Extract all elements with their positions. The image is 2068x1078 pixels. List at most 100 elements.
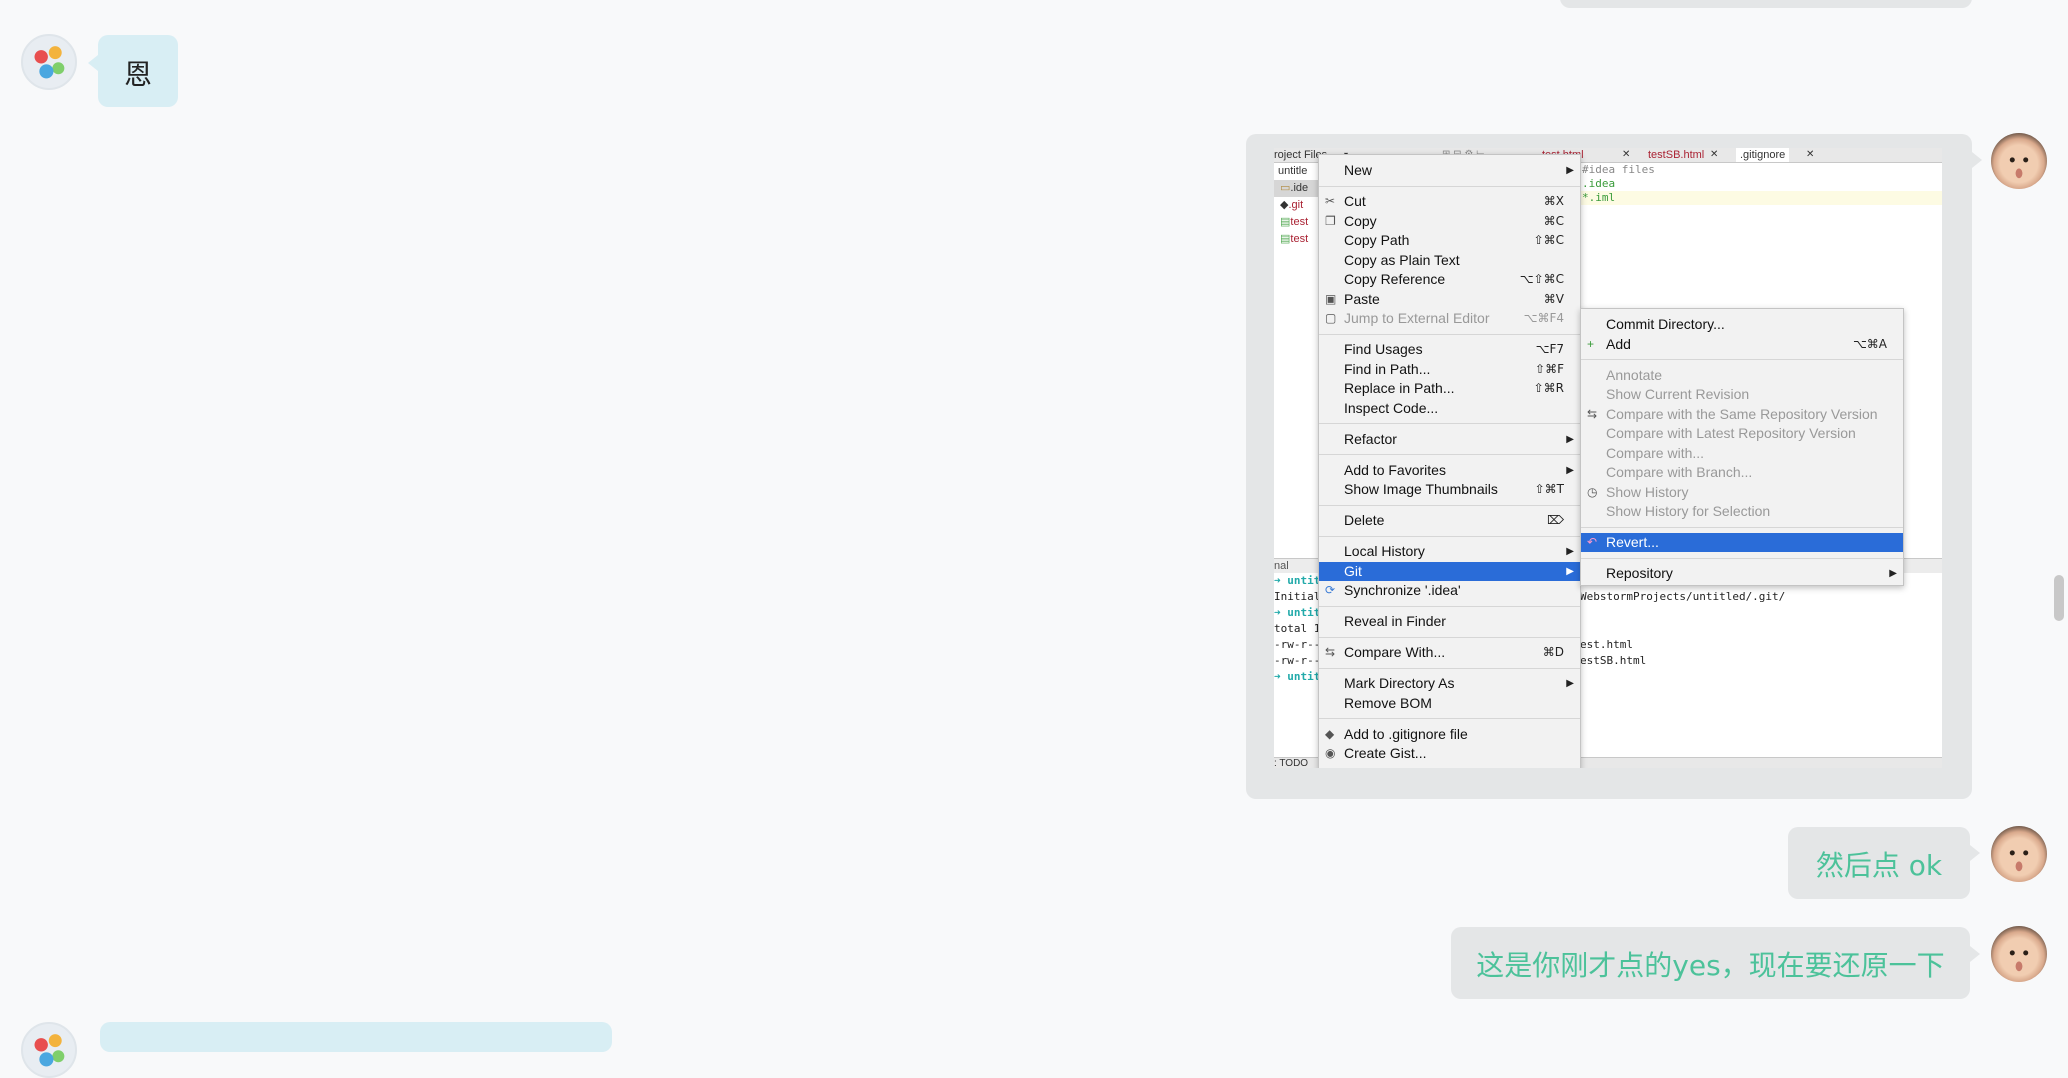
submenu-arrow-icon: ▶: [1566, 565, 1574, 577]
menu-item-add[interactable]: + Add ⌥⌘A: [1581, 335, 1903, 354]
menu-item-jump-to-external-editor[interactable]: ▢ Jump to External Editor ⌥⌘F4: [1319, 309, 1580, 328]
message-text: 然后点 ok: [1815, 849, 1943, 882]
menu-item-find-in-path[interactable]: Find in Path... ⇧⌘F: [1319, 360, 1580, 379]
copy-icon: ❐: [1325, 213, 1336, 228]
menu-item-add-to-favorites[interactable]: Add to Favorites ▶: [1319, 461, 1580, 480]
scrollbar-thumb[interactable]: [2054, 575, 2064, 621]
menu-item-paste[interactable]: ▣ Paste ⌘V: [1319, 290, 1580, 309]
menu-item-label: Copy Path: [1344, 232, 1410, 248]
github-icon: ◉: [1325, 746, 1336, 760]
ide-screenshot[interactable]: roject Files ▾ ⊞ ⊟ ⚙ ⊢ test.html ✕ testS…: [1274, 148, 1942, 768]
submenu-arrow-icon: ▶: [1889, 568, 1897, 579]
tree-item[interactable]: ▭.ide: [1274, 180, 1319, 197]
menu-item-copy[interactable]: ❐ Copy ⌘C: [1319, 212, 1580, 231]
menu-item-compare-with[interactable]: ⇆ Compare With... ⌘D: [1319, 643, 1580, 662]
menu-separator: [1319, 535, 1580, 537]
menu-item-label: Revert...: [1606, 534, 1659, 550]
menu-item-label: Inspect Code...: [1344, 399, 1439, 416]
menu-item-add-to-gitignore-file[interactable]: ◆ Add to .gitignore file: [1319, 725, 1580, 744]
tree-item[interactable]: ▤test: [1274, 231, 1319, 248]
menu-item-reveal-in-finder[interactable]: Reveal in Finder: [1319, 612, 1580, 631]
menu-item-label: Commit Directory...: [1606, 316, 1725, 332]
menu-item-label: Copy: [1344, 212, 1377, 229]
menu-item-remove-bom[interactable]: Remove BOM: [1319, 694, 1580, 713]
menu-item-git[interactable]: Git ▶: [1319, 561, 1580, 581]
menu-item-label: Cut: [1344, 193, 1366, 209]
plus-icon: +: [1587, 336, 1595, 351]
code-line: #idea files: [1582, 163, 1655, 176]
menu-item-shortcut: ⌘X: [1543, 194, 1564, 208]
tab-gitignore[interactable]: .gitignore: [1736, 148, 1790, 162]
menu-item-shortcut: ⌥⇧⌘C: [1519, 272, 1564, 286]
contact-avatar[interactable]: [21, 1022, 77, 1078]
tree-item[interactable]: ◆.git: [1274, 197, 1319, 214]
menu-item-compare-with[interactable]: Compare with...: [1581, 444, 1903, 463]
menu-separator: [1581, 359, 1903, 360]
menu-item-shortcut: ⌦: [1547, 513, 1564, 527]
menu-item-refactor[interactable]: Refactor ▶: [1319, 430, 1580, 449]
message-bubble[interactable]: 然后点 ok: [1788, 827, 1970, 899]
menu-item-label: Compare with Latest Repository Version: [1606, 425, 1856, 441]
message-bubble[interactable]: 恩: [98, 35, 178, 107]
user-avatar[interactable]: [1991, 926, 2047, 982]
html-file-icon: ▤: [1280, 216, 1291, 228]
external-editor-icon: ▢: [1325, 311, 1337, 325]
close-icon[interactable]: ✕: [1622, 148, 1630, 162]
menu-item-label: Create Gist...: [1344, 745, 1427, 761]
contact-avatar[interactable]: [21, 34, 77, 90]
menu-item-label: Find in Path...: [1344, 360, 1431, 377]
menu-item-revert[interactable]: ↶ Revert...: [1581, 533, 1903, 552]
menu-item-label: Show History for Selection: [1606, 503, 1771, 519]
menu-item-create-gist[interactable]: ◉ Create Gist...: [1319, 744, 1580, 763]
submenu-arrow-icon: ▶: [1566, 464, 1574, 476]
menu-item-replace-in-path[interactable]: Replace in Path... ⇧⌘R: [1319, 379, 1580, 398]
menu-item-synchronize-idea[interactable]: ⟳ Synchronize '.idea': [1319, 581, 1580, 600]
menu-item-label: Compare With...: [1344, 644, 1446, 660]
menu-separator: [1319, 333, 1580, 335]
message-bubble[interactable]: 这是你刚才点的yes，现在要还原一下: [1451, 927, 1970, 999]
menu-item-repository[interactable]: Repository ▶: [1581, 564, 1903, 583]
menu-item-local-history[interactable]: Local History ▶: [1319, 542, 1580, 561]
menu-item-inspect-code[interactable]: Inspect Code...: [1319, 399, 1580, 418]
menu-item-label: Annotate: [1606, 366, 1663, 383]
menu-item-mark-directory-as[interactable]: Mark Directory As ▶: [1319, 674, 1580, 693]
menu-item-label: Add to Favorites: [1344, 461, 1446, 478]
menu-item-label: Show Current Revision: [1606, 386, 1750, 402]
menu-item-find-usages[interactable]: Find Usages ⌥F7: [1319, 340, 1580, 359]
menu-item-delete[interactable]: Delete ⌦: [1319, 511, 1580, 530]
menu-item-copy-path[interactable]: Copy Path ⇧⌘C: [1319, 231, 1580, 250]
menu-item-cut[interactable]: ✂ Cut ⌘X: [1319, 192, 1580, 211]
menu-item-copy-reference[interactable]: Copy Reference ⌥⇧⌘C: [1319, 270, 1580, 289]
menu-item-show-history-for-selection[interactable]: Show History for Selection: [1581, 502, 1903, 521]
tree-item[interactable]: ▤test: [1274, 214, 1319, 231]
submenu-arrow-icon: ▶: [1566, 546, 1574, 557]
menu-item-show-history[interactable]: ◷ Show History: [1581, 483, 1903, 502]
user-avatar[interactable]: [1991, 133, 2047, 189]
message-text: 恩: [123, 58, 152, 91]
menu-item-label: Mark Directory As: [1344, 675, 1455, 691]
menu-item-copy-as-plain-text[interactable]: Copy as Plain Text: [1319, 251, 1580, 270]
menu-item-compare-with-branch[interactable]: Compare with Branch...: [1581, 463, 1903, 482]
menu-item-show-image-thumbnails[interactable]: Show Image Thumbnails ⇧⌘T: [1319, 480, 1580, 499]
menu-item-shortcut: ⌘C: [1543, 213, 1564, 228]
user-avatar[interactable]: [1991, 826, 2047, 882]
menu-item-show-current-revision[interactable]: Show Current Revision: [1581, 385, 1903, 404]
close-icon[interactable]: ✕: [1806, 148, 1814, 162]
tree-item[interactable]: untitle: [1274, 163, 1319, 180]
menu-item-shortcut: ⌥F7: [1535, 342, 1564, 356]
menu-item-shortcut: ⇧⌘C: [1533, 233, 1564, 247]
menu-separator: [1319, 636, 1580, 638]
menu-item-commit-directory[interactable]: Commit Directory...: [1581, 315, 1903, 334]
menu-item-new[interactable]: New ▶: [1319, 161, 1580, 180]
menu-item-shortcut: ⇧⌘F: [1535, 361, 1564, 376]
submenu-arrow-icon: ▶: [1566, 165, 1574, 176]
tab-testsb-html[interactable]: testSB.html: [1648, 148, 1704, 162]
menu-item-compare-with-latest-repository-version[interactable]: Compare with Latest Repository Version: [1581, 424, 1903, 443]
paste-icon: ▣: [1325, 291, 1337, 306]
menu-item-compare-with-the-same-repository-version[interactable]: ⇆ Compare with the Same Repository Versio…: [1581, 405, 1903, 424]
menu-separator: [1319, 454, 1580, 455]
git-submenu: Commit Directory... + Add ⌥⌘A Annotate Show C…: [1580, 308, 1904, 586]
close-icon[interactable]: ✕: [1710, 148, 1718, 162]
message-text: 这是你刚才点的yes，现在要还原一下: [1476, 949, 1945, 982]
menu-item-annotate[interactable]: Annotate: [1581, 366, 1903, 385]
